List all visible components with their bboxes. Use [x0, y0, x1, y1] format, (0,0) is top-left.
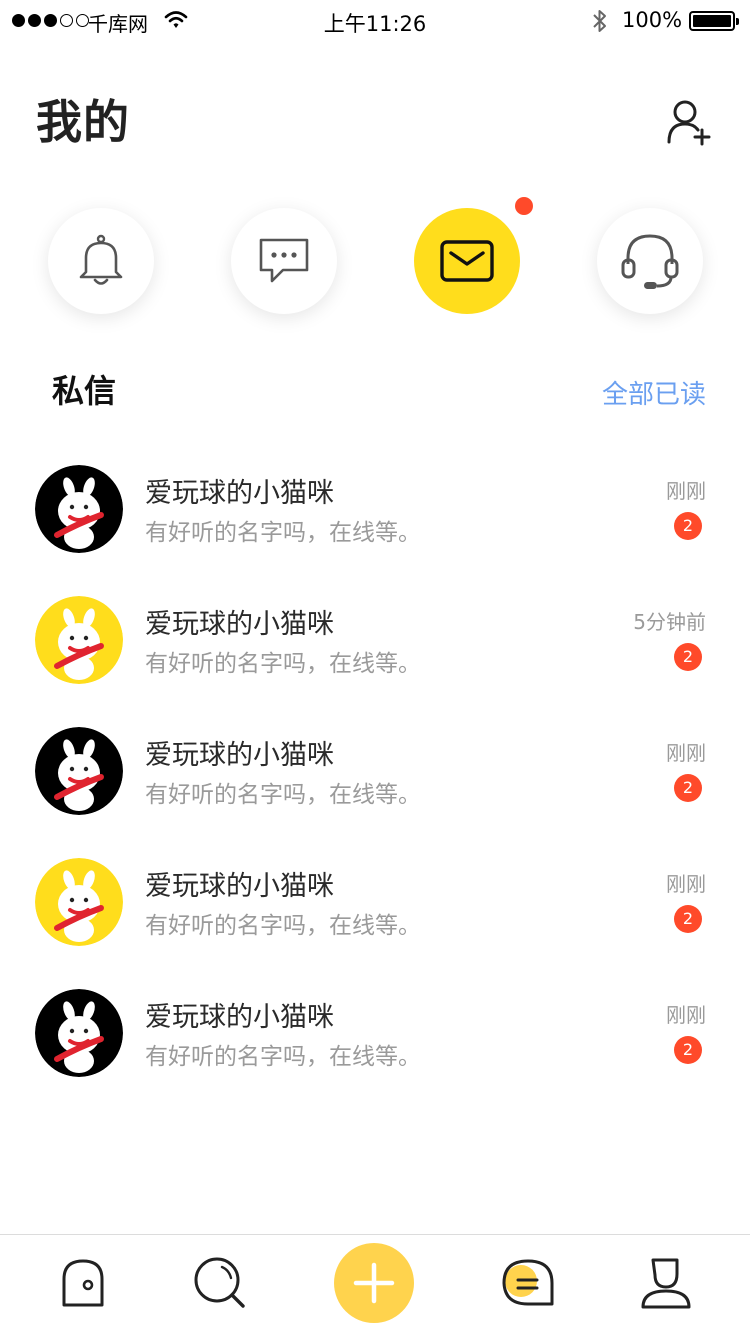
unread-count-badge: 2: [674, 643, 702, 671]
tab-bar: [0, 1234, 750, 1334]
message-preview: 有好听的名字吗，在线等。: [145, 913, 421, 939]
page-title: 我的: [36, 95, 130, 149]
message-icon: [502, 1259, 554, 1306]
unread-count-badge: 2: [674, 1036, 702, 1064]
plus-icon: [353, 1262, 395, 1304]
section-title: 私信: [52, 372, 117, 410]
unread-count-badge: 2: [674, 512, 702, 540]
message-time: 5分钟前: [633, 610, 706, 634]
message-item[interactable]: 爱玩球的小猫咪有好听的名字吗，在线等。 刚刚 2: [0, 987, 750, 1118]
create-post-button[interactable]: [334, 1243, 414, 1323]
message-item[interactable]: 爱玩球的小猫咪有好听的名字吗，在线等。 5分钟前 2: [0, 594, 750, 725]
message-preview: 有好听的名字吗，在线等。: [145, 651, 421, 677]
notifications-button[interactable]: [48, 208, 154, 314]
unread-count-badge: 2: [674, 774, 702, 802]
avatar[interactable]: [35, 465, 123, 553]
message-time: 刚刚: [666, 479, 706, 503]
message-item[interactable]: 爱玩球的小猫咪有好听的名字吗，在线等。 刚刚 2: [0, 725, 750, 856]
message-list: 爱玩球的小猫咪 有好听的名字吗，在线等。 刚刚 2 爱玩球的小猫咪 有好听的名字吗，在线等…: [0, 463, 750, 1118]
battery-percent: 100%: [622, 8, 683, 32]
bell-icon: [79, 234, 123, 285]
tab-search[interactable]: [190, 1253, 250, 1313]
comments-button[interactable]: [231, 208, 337, 314]
message-item[interactable]: 爱玩球的小猫咪有好听的名字吗，在线等。 刚刚 2: [0, 463, 750, 594]
avatar[interactable]: [35, 727, 123, 815]
message-preview: 有好听的名字吗，在线等。: [145, 1044, 421, 1070]
sender-name: 爱玩球的小猫咪: [145, 871, 334, 902]
sender-name: 爱玩球的小猫咪: [145, 1002, 334, 1033]
search-icon: [194, 1257, 245, 1308]
tab-home[interactable]: [53, 1253, 113, 1313]
message-time: 刚刚: [666, 872, 706, 896]
unread-count-badge: 2: [674, 905, 702, 933]
headset-icon: [621, 234, 679, 289]
sender-name: 爱玩球的小猫咪: [145, 609, 334, 640]
sender-name: 爱玩球的小猫咪: [145, 478, 334, 509]
message-time: 刚刚: [666, 741, 706, 765]
avatar[interactable]: [35, 989, 123, 1077]
message-preview: 有好听的名字吗，在线等。: [145, 520, 421, 546]
avatar[interactable]: [35, 858, 123, 946]
tab-profile[interactable]: [636, 1253, 696, 1313]
customer-service-button[interactable]: [597, 208, 703, 314]
battery-icon: [689, 11, 739, 31]
private-messages-button[interactable]: [414, 208, 520, 314]
avatar[interactable]: [35, 596, 123, 684]
sender-name: 爱玩球的小猫咪: [145, 740, 334, 771]
home-icon: [62, 1259, 104, 1307]
message-item[interactable]: 爱玩球的小猫咪有好听的名字吗，在线等。 刚刚 2: [0, 856, 750, 987]
bluetooth-icon: [593, 10, 606, 32]
mail-icon: [440, 240, 494, 282]
profile-icon: [641, 1258, 691, 1309]
comment-icon: [259, 238, 309, 283]
message-time: 刚刚: [666, 1003, 706, 1027]
mark-all-read-button[interactable]: 全部已读: [602, 374, 706, 411]
message-preview: 有好听的名字吗，在线等。: [145, 782, 421, 808]
status-bar: 千库网 上午11:26 100%: [0, 0, 750, 40]
unread-dot: [515, 197, 533, 215]
tab-messages[interactable]: [498, 1253, 558, 1313]
add-user-icon[interactable]: [664, 98, 714, 146]
